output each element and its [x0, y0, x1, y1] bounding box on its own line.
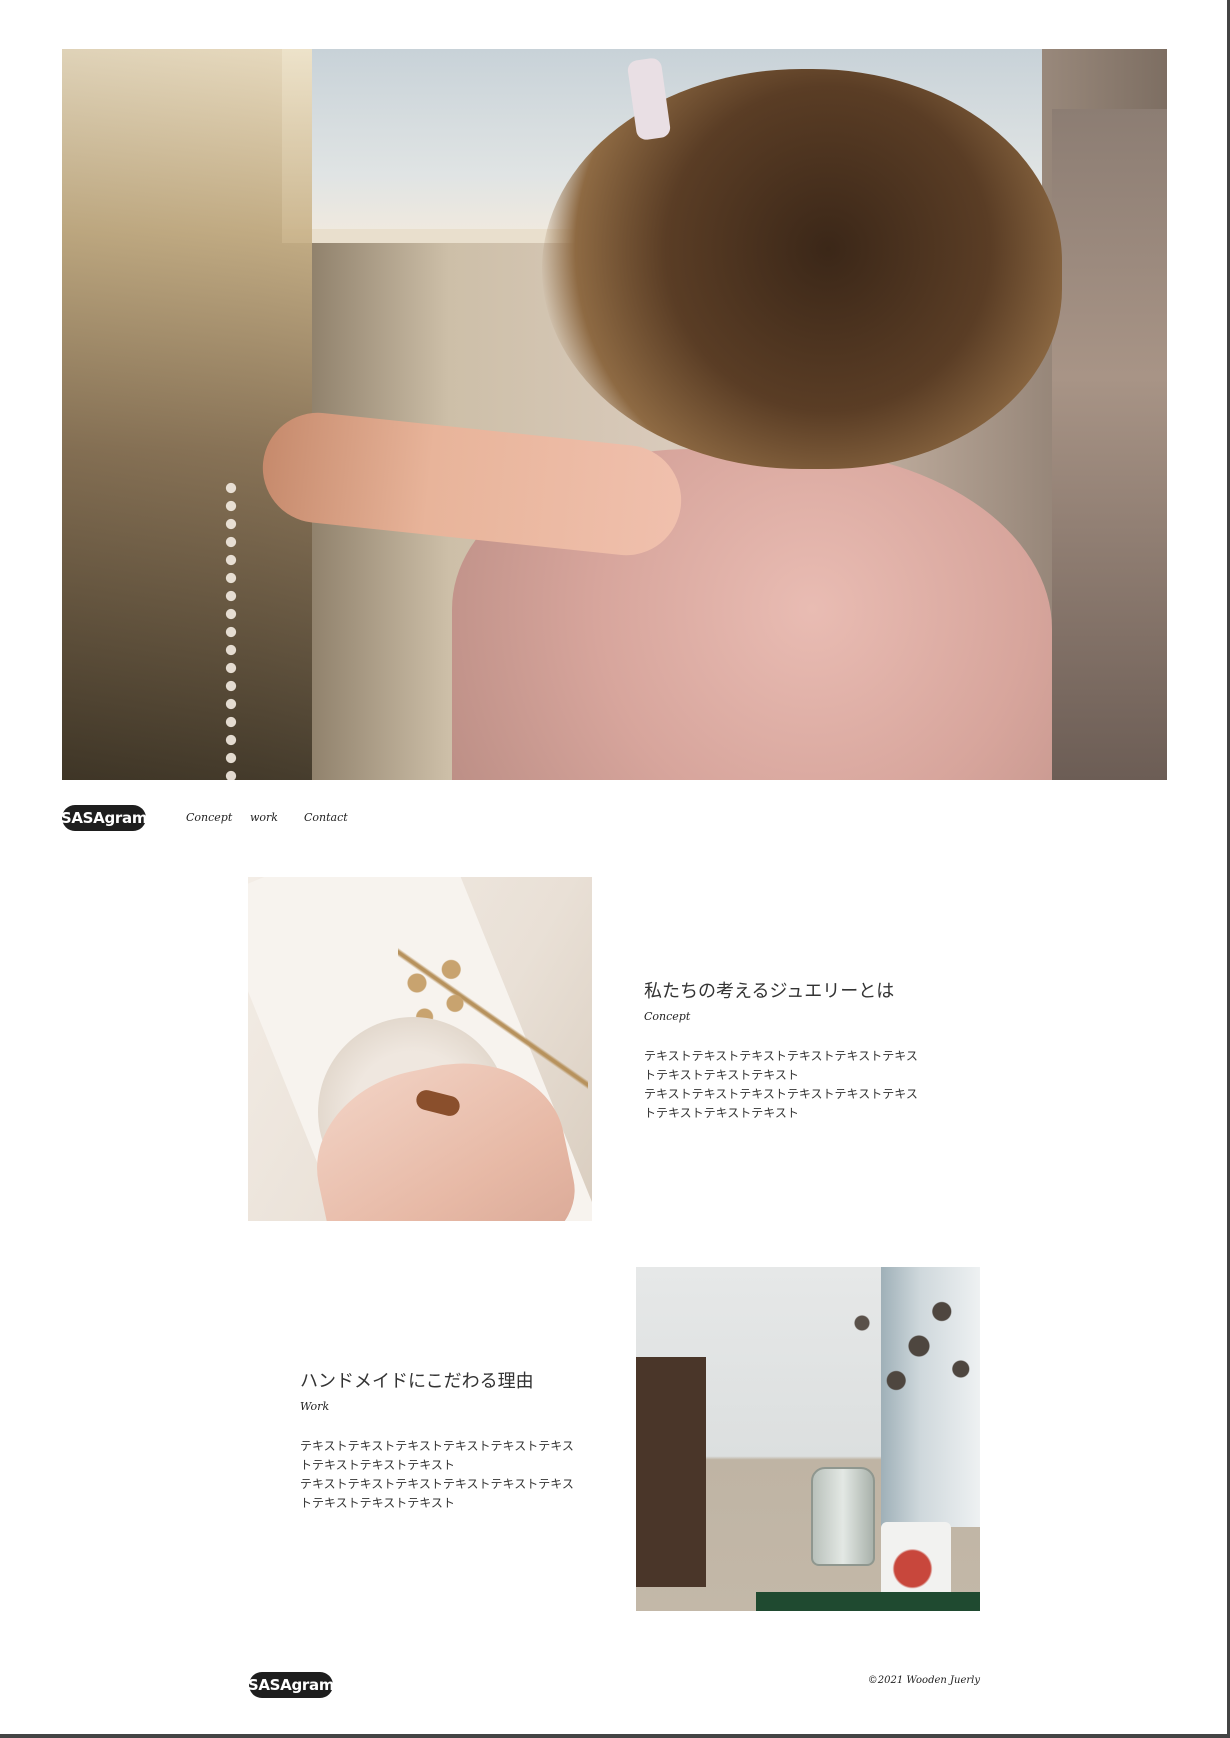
work-body-line: トテキストテキストテキスト: [300, 1496, 455, 1510]
work-body-line: テキストテキストテキストテキストテキストテキス: [300, 1439, 574, 1453]
concept-body-line: トテキストテキストテキスト: [644, 1068, 799, 1082]
work-body-line: トテキストテキストテキスト: [300, 1458, 455, 1472]
work-image-mat: [756, 1592, 980, 1611]
work-image: [636, 1267, 980, 1611]
concept-subtitle: Concept: [644, 1010, 691, 1023]
header-logo[interactable]: SASAgram: [61, 805, 147, 831]
hero-girl-arm: [257, 407, 687, 561]
page-border-bottom: [0, 1734, 1230, 1738]
work-body: テキストテキストテキストテキストテキストテキス トテキストテキストテキスト テキ…: [300, 1437, 600, 1513]
concept-body-line: トテキストテキストテキスト: [644, 1106, 799, 1120]
work-image-jar: [811, 1467, 875, 1566]
work-body-line: テキストテキストテキストテキストテキストテキス: [300, 1477, 574, 1491]
hero-girl-hair: [542, 69, 1062, 469]
nav-link-work[interactable]: work: [250, 811, 278, 824]
nav-link-concept[interactable]: Concept: [186, 811, 232, 824]
work-title: ハンドメイドにこだわる理由: [300, 1371, 534, 1392]
concept-body-line: テキストテキストテキストテキストテキストテキス: [644, 1049, 918, 1063]
concept-title: 私たちの考えるジュエリーとは: [644, 981, 895, 1002]
hero-wall-panel: [1052, 109, 1167, 780]
work-image-shelf: [636, 1357, 706, 1587]
work-subtitle: Work: [300, 1400, 330, 1413]
concept-body: テキストテキストテキストテキストテキストテキス トテキストテキストテキスト テキ…: [644, 1047, 944, 1123]
copyright-text: ©2021 Wooden Juerly: [867, 1675, 980, 1686]
hero-image: [62, 49, 1167, 780]
concept-image: [248, 877, 592, 1221]
footer-logo[interactable]: SASAgram: [248, 1672, 334, 1698]
nav-link-contact[interactable]: Contact: [304, 811, 348, 824]
hero-pearl-necklace: [222, 479, 312, 780]
concept-body-line: テキストテキストテキストテキストテキストテキス: [644, 1087, 918, 1101]
